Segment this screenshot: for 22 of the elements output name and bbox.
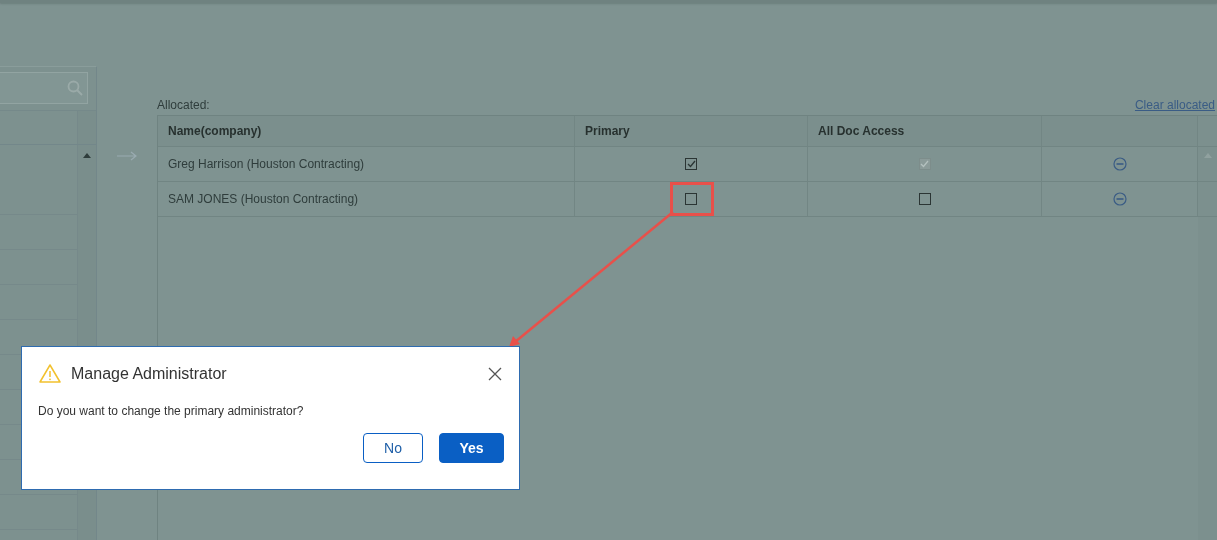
column-header: Name(company): [168, 124, 262, 138]
scroll-up-icon[interactable]: [83, 153, 91, 158]
checkbox[interactable]: [685, 193, 697, 205]
checkbox[interactable]: [918, 193, 931, 205]
table-cell: SAM JONES (Houston Contracting): [168, 192, 359, 206]
search-icon: [67, 80, 83, 96]
remove-icon[interactable]: [1112, 192, 1127, 206]
checkbox[interactable]: [685, 158, 697, 170]
search-field[interactable]: [0, 72, 88, 104]
column-header: Primary: [585, 124, 630, 138]
allocated-label: Allocated:: [157, 98, 210, 112]
arrow-right-icon: [117, 151, 137, 161]
highlight-frame: [670, 182, 714, 216]
close-button[interactable]: [487, 365, 503, 382]
cancel-button[interactable]: No: [363, 433, 423, 463]
dialog-title: Manage Administrator: [71, 364, 228, 383]
column-header: All Doc Access: [818, 124, 905, 138]
confirm-button[interactable]: Yes: [439, 433, 504, 463]
remove-icon[interactable]: [1112, 157, 1127, 171]
dialog-message: Do you want to change the primary administrator?: [38, 404, 305, 418]
table-cell: Greg Harrison (Houston Contracting): [168, 157, 365, 171]
warning-icon: [39, 364, 61, 383]
